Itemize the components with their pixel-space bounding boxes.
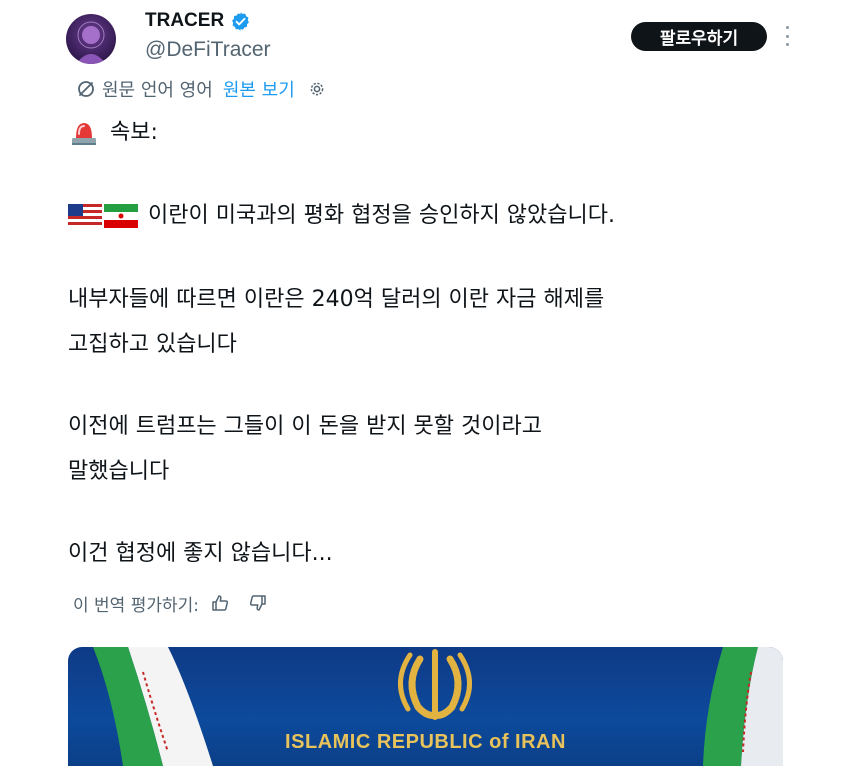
source-language-text: 원문 언어 영어 [102,80,213,101]
tweet-line-4: 고집하고 있습니다 [68,332,237,357]
more-dots-icon[interactable] [783,26,791,46]
tweet-line-3: 내부자들에 따르면 이란은 240억 달러의 이란 자금 해제를 [68,287,605,312]
thumbs-down-icon[interactable] [249,594,267,612]
gear-icon[interactable] [309,81,325,97]
thumbs-up-icon[interactable] [211,594,229,612]
iran-emblem-icon [398,649,472,720]
tweet-line: 이란이 미국과의 평화 협정을 승인하지 않았습니다. [68,199,615,233]
tweet-line-2: 이란이 미국과의 평화 협정을 승인하지 않았습니다. [148,203,616,228]
display-name-text: TRACER [145,10,225,31]
media-caption: ISLAMIC REPUBLIC of IRAN [285,731,566,753]
translation-bar: 원문 언어 영어 원본 보기 [76,77,325,101]
author-display-name[interactable]: TRACER [145,10,251,32]
follow-button[interactable]: 팔로우하기 [631,22,767,51]
tweet-media-image[interactable]: ISLAMIC REPUBLIC of IRAN [68,647,783,766]
translate-icon [78,81,94,97]
tweet-line: 속보: [68,116,158,150]
rate-translation-label: 이 번역 평가하기: [73,595,200,616]
iran-flag-icon [104,204,138,228]
rate-translation-bar: 이 번역 평가하기: [73,590,267,616]
author-handle[interactable]: @DeFiTracer [145,38,271,62]
flags [68,204,140,228]
avatar[interactable] [66,14,116,64]
tweet-line-1: 속보: [110,120,158,145]
tweet-line-7: 이건 협정에 좋지 않습니다... [68,541,333,566]
tweet-line-6: 말했습니다 [68,459,170,484]
tweet-line-5: 이전에 트럼프는 그들이 이 돈을 받지 못할 것이라고 [68,414,542,439]
show-original-link[interactable]: 원본 보기 [223,76,295,102]
siren-emoji-icon [72,123,96,145]
verified-badge-icon [232,11,250,31]
us-flag-icon [68,204,102,228]
